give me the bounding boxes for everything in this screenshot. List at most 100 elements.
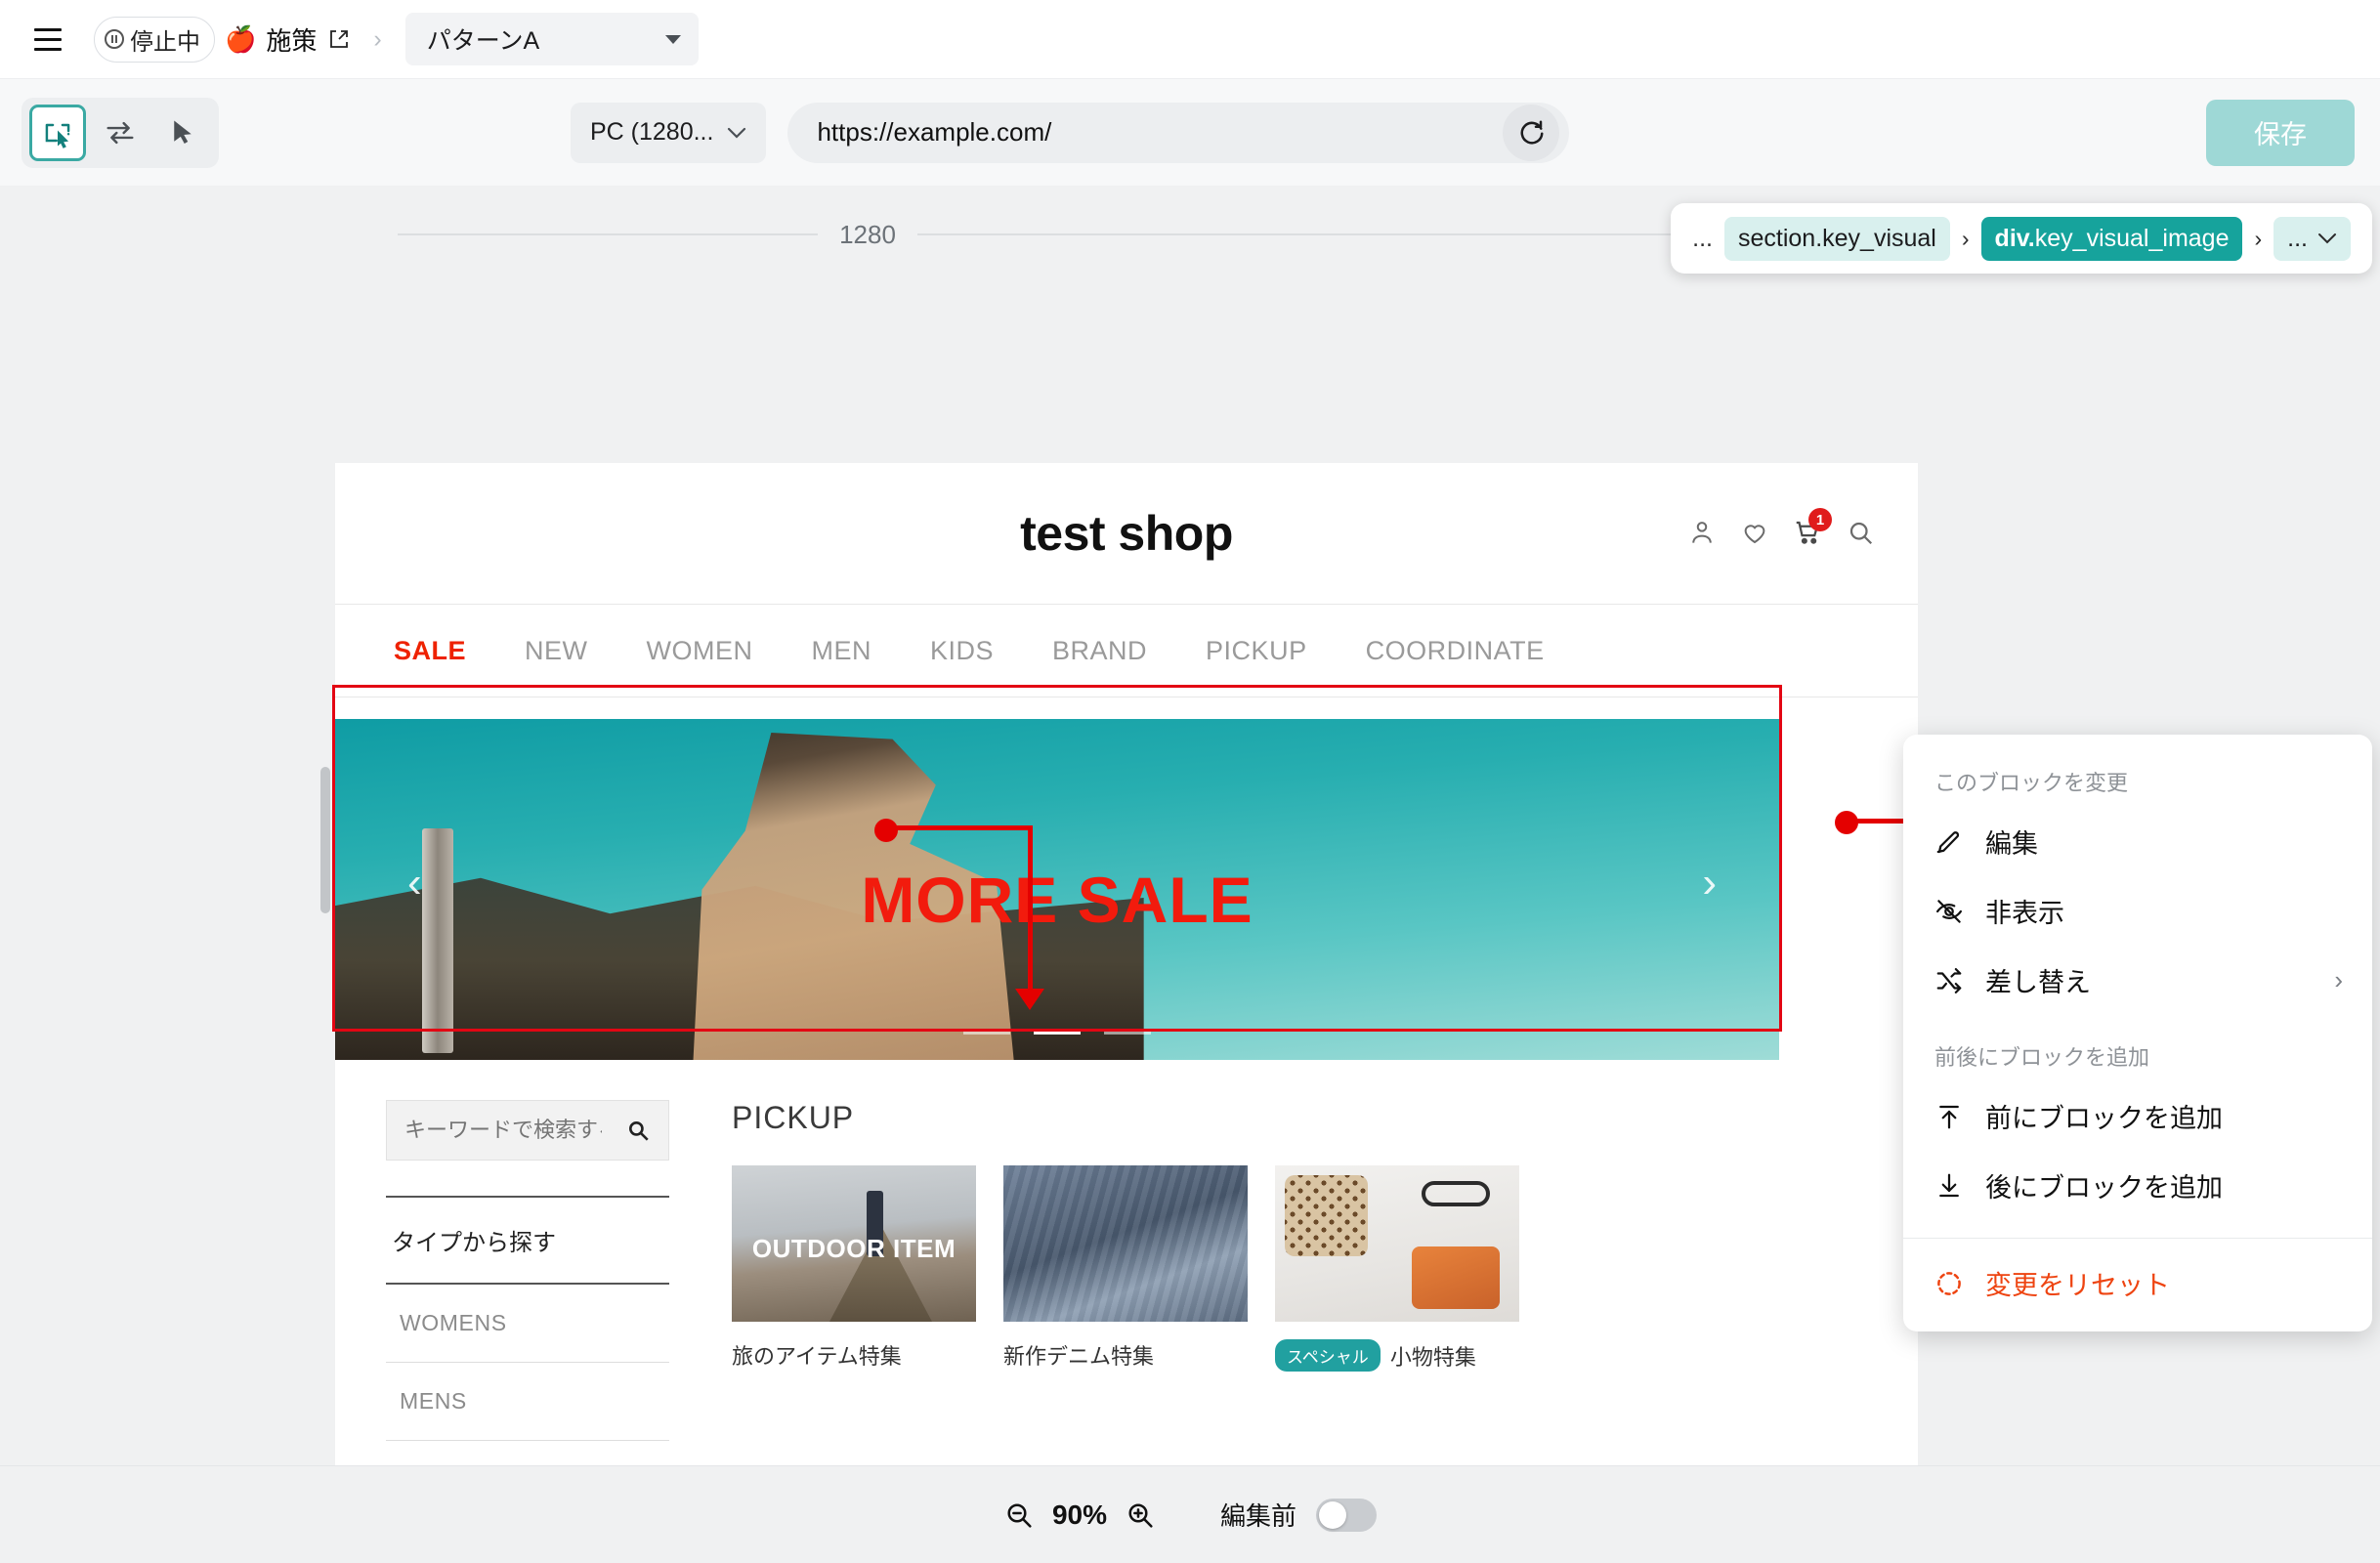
chevron-down-icon (664, 34, 681, 44)
apple-emoji-icon: 🍎 (225, 24, 257, 54)
list-item[interactable]: 新作デニム特集 (1003, 1165, 1248, 1372)
zoom-level-label: 90% (1051, 1499, 1108, 1530)
select-block-tool[interactable] (29, 104, 86, 161)
dom-breadcrumb: ... section.key_visual › div.key_visual_… (1671, 203, 2372, 274)
dashed-circle-reset-icon (1937, 1271, 1961, 1295)
dom-chip-more[interactable]: ... (2274, 216, 2351, 261)
shop-title: test shop (1020, 506, 1233, 561)
canvas-scrollbar[interactable] (320, 767, 330, 913)
nav-item-brand[interactable]: BRAND (1052, 636, 1147, 666)
sidebar-item-womens[interactable]: WOMENS (386, 1285, 669, 1362)
edit-state-toggle[interactable] (1316, 1498, 1378, 1532)
dom-breadcrumb-overflow[interactable]: ... (1692, 225, 1713, 253)
sidebar-item-kids[interactable] (386, 1441, 669, 1465)
card-figure (1412, 1246, 1500, 1310)
sidebar-item-mens[interactable]: MENS (386, 1363, 669, 1440)
editor-toolbar: PC (1280... https://example.com/ 保存 (0, 78, 2380, 186)
hero-dot-3[interactable] (1104, 1029, 1151, 1035)
menu-item-label: 前にブロックを追加 (1985, 1104, 2223, 1133)
list-item[interactable]: スペシャル 小物特集 (1275, 1165, 1519, 1372)
edit-state-controls: 編集前 (1220, 1497, 1378, 1533)
cart-badge: 1 (1808, 508, 1832, 531)
dom-chip-div-active[interactable]: div.key_visual_image (1980, 216, 2243, 261)
hero-dot-2[interactable] (1034, 1029, 1081, 1035)
website-preview: test shop 1 SALE NEW WOMEN MEN KIDS BRAN… (335, 463, 1918, 1465)
toggle-knob (1319, 1500, 1347, 1529)
site-header: test shop 1 (335, 463, 1918, 605)
chevron-left-icon[interactable]: ‹ (407, 859, 422, 908)
site-header-icons: 1 (1687, 508, 1877, 549)
pause-circle-icon (105, 29, 124, 49)
pickup-section: PICKUP OUTDOOR ITEM 旅のアイテム特集 新作デニム特集 スペシ… (732, 1100, 1918, 1465)
menu-item-reset[interactable]: 変更をリセット (1903, 1239, 2372, 1331)
card-label: 旅のアイテム特集 (732, 1339, 976, 1371)
block-context-menu: このブロックを変更 編集 非表示 差し替え › 前後にブロックを追加 前にブロッ… (1903, 735, 2372, 1331)
nav-item-coordinate[interactable]: COORDINATE (1366, 636, 1545, 666)
swap-tool[interactable] (92, 105, 149, 161)
save-button[interactable]: 保存 (2206, 99, 2355, 166)
menu-item-add-after[interactable]: 後にブロックを追加 (1903, 1151, 2372, 1220)
device-select-value: PC (1280... (590, 118, 714, 146)
chevron-down-icon (728, 127, 746, 139)
selection-arrow-head (1015, 989, 1044, 1010)
cart-icon[interactable]: 1 (1793, 508, 1832, 549)
zoom-out-icon[interactable] (1003, 1500, 1035, 1531)
external-link-icon[interactable] (328, 28, 350, 50)
chevron-right-icon[interactable]: › (1702, 859, 1717, 908)
nav-item-kids[interactable]: KIDS (930, 636, 994, 666)
hero-headline: MORE SALE (861, 863, 1254, 936)
nav-item-men[interactable]: MEN (812, 636, 872, 666)
site-lower: タイプから探す WOMENS MENS PICKUP OUTDOOR (335, 1061, 1918, 1465)
menu-item-label: 変更をリセット (1985, 1271, 2170, 1300)
pattern-select[interactable]: パターンA (404, 13, 699, 65)
menu-item-replace[interactable]: 差し替え › (1903, 946, 2372, 1015)
breadcrumb: 停止中 🍎 施策 › (94, 16, 396, 63)
dom-chip-class: key_visual_image (2034, 224, 2230, 252)
save-button-label: 保存 (2254, 120, 2307, 149)
edit-state-label: 編集前 (1220, 1501, 1297, 1531)
card-image: OUTDOOR ITEM (732, 1165, 976, 1322)
key-visual-image[interactable]: MORE SALE ‹ › (335, 719, 1779, 1060)
reload-icon[interactable] (1503, 104, 1560, 161)
menu-item-label: 編集 (1985, 829, 2038, 859)
device-select[interactable]: PC (1280... (571, 102, 767, 163)
url-input[interactable]: https://example.com/ (817, 117, 1503, 148)
account-icon[interactable] (1687, 518, 1719, 549)
site-sidebar: タイプから探す WOMENS MENS (386, 1100, 669, 1465)
menu-item-add-before[interactable]: 前にブロックを追加 (1903, 1081, 2372, 1151)
selection-marker-left (874, 819, 898, 842)
pickup-title: PICKUP (732, 1100, 855, 1135)
dom-chip-section[interactable]: section.key_visual (1723, 216, 1950, 261)
nav-item-women[interactable]: WOMEN (647, 636, 753, 666)
dom-chip-tag: div. (1994, 224, 2035, 252)
menu-item-label: 差し替え (1985, 968, 2091, 997)
url-bar[interactable]: https://example.com/ (787, 102, 1570, 163)
pencil-icon (1936, 830, 1960, 853)
search-icon[interactable] (625, 1118, 651, 1143)
search-input[interactable] (404, 1118, 602, 1143)
card-figure (1422, 1181, 1490, 1206)
zoom-in-icon[interactable] (1125, 1500, 1156, 1531)
card-overlay-text: OUTDOOR ITEM (751, 1234, 956, 1264)
nav-item-sale[interactable]: SALE (394, 636, 466, 666)
ruler-width-label: 1280 (839, 219, 896, 249)
status-badge[interactable]: 停止中 (94, 16, 215, 63)
pointer-tool[interactable] (154, 105, 211, 161)
shuffle-icon (1936, 967, 1962, 993)
selection-leader-line (886, 825, 1033, 830)
card-label-text: 小物特集 (1389, 1344, 1476, 1370)
top-bar: 停止中 🍎 施策 › パターンA (0, 0, 2380, 78)
nav-item-new[interactable]: NEW (525, 636, 588, 666)
list-item[interactable]: OUTDOOR ITEM 旅のアイテム特集 (732, 1165, 976, 1372)
hero-dot-1[interactable] (963, 1029, 1010, 1035)
nav-item-pickup[interactable]: PICKUP (1206, 636, 1307, 666)
dom-breadcrumb-separator: › (1961, 225, 1970, 251)
zoom-controls: 90% (1003, 1500, 1156, 1531)
wishlist-heart-icon[interactable] (1740, 518, 1771, 549)
search-box[interactable] (386, 1100, 669, 1161)
menu-item-hide[interactable]: 非表示 (1903, 876, 2372, 946)
search-icon[interactable] (1846, 518, 1877, 549)
menu-item-edit[interactable]: 編集 (1903, 807, 2372, 876)
menu-item-label: 非表示 (1985, 899, 2064, 928)
hamburger-menu-icon[interactable] (25, 17, 70, 62)
